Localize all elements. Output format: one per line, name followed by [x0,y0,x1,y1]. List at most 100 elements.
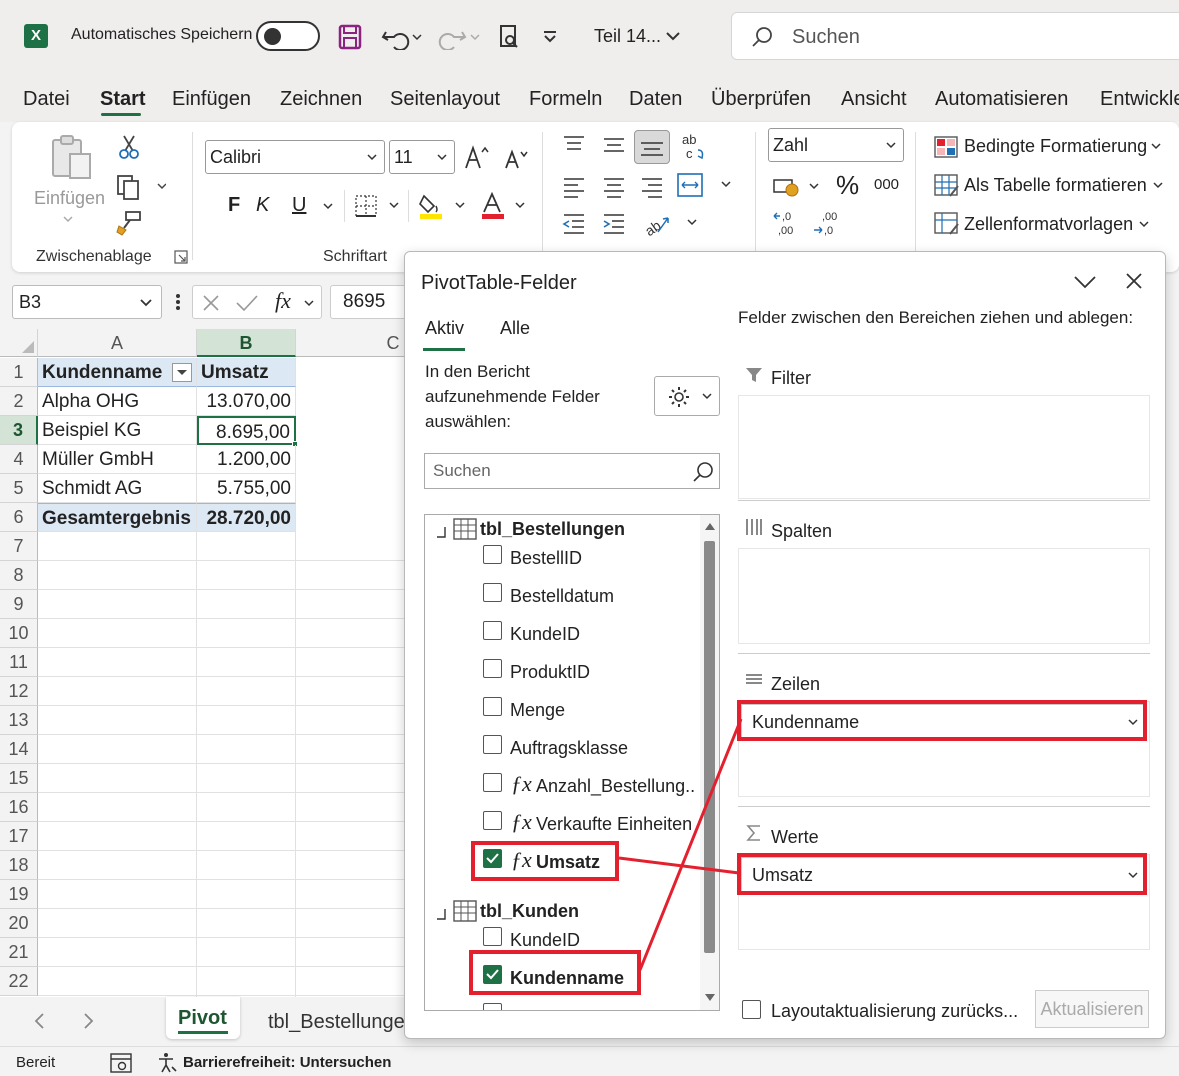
column-header-a[interactable]: A [38,329,197,357]
increase-indent-icon[interactable] [602,212,626,234]
checkbox-bestellid[interactable] [483,545,502,564]
field-list[interactable]: tbl_Bestellungen BestellID Bestelldatum … [424,514,720,1011]
field-kundeid[interactable]: KundeID [510,624,580,645]
filter-dropdown-icon[interactable] [172,363,192,382]
align-bottom-icon[interactable] [634,130,670,164]
checkbox-menge[interactable] [483,697,502,716]
format-as-table-button[interactable]: Als Tabelle formatieren [964,175,1147,196]
checkbox-bestelldatum[interactable] [483,583,502,602]
scrollbar-thumb[interactable] [704,541,715,953]
align-left-icon[interactable] [562,176,586,198]
fx-chevron-icon[interactable] [303,299,315,309]
table2-name[interactable]: tbl_Kunden [480,901,579,922]
row-header[interactable]: 6 [0,503,38,532]
row-header[interactable]: 9 [0,590,38,619]
macro-record-icon[interactable] [110,1053,132,1073]
more-options-icon[interactable] [175,292,181,312]
underline-chevron-icon[interactable] [322,202,334,212]
cell-styles-chevron-icon[interactable] [1138,220,1150,230]
decrease-decimal-icon[interactable]: ,00,0 [812,210,842,238]
cell-b6-total[interactable]: 28.720,00 [197,503,296,532]
name-box[interactable]: B3 [12,285,162,319]
panel-options-chevron-icon[interactable] [1073,274,1097,290]
format-as-table-icon[interactable] [934,174,960,198]
thousands-separator-button[interactable]: 000 [874,176,899,193]
row-header[interactable]: 21 [0,938,38,967]
cell-b3-selected[interactable]: 8.695,00 [197,416,296,445]
wrap-text-icon[interactable]: ab c [680,132,706,162]
row-header[interactable]: 8 [0,561,38,590]
font-name-select[interactable]: Calibri [205,140,385,174]
collapse-table2-icon[interactable] [435,907,447,921]
cut-icon[interactable] [118,134,140,160]
field-settings-button[interactable] [654,376,720,416]
cell-b5[interactable]: 5.755,00 [197,474,296,503]
cell-b4[interactable]: 1.200,00 [197,445,296,474]
fill-color-icon[interactable] [418,192,466,220]
scroll-tabs-left-icon[interactable] [32,1012,46,1030]
orientation-icon[interactable]: ab [642,210,702,238]
scroll-tabs-right-icon[interactable] [82,1012,96,1030]
row-header[interactable]: 11 [0,648,38,677]
search-box[interactable]: Suchen [731,12,1179,60]
row-header[interactable]: 2 [0,387,38,416]
merge-center-icon[interactable] [676,172,736,200]
row-header[interactable]: 12 [0,677,38,706]
collapse-table1-icon[interactable] [435,525,447,539]
cell-b1[interactable]: Umsatz [197,358,296,387]
insert-function-button[interactable]: fx [275,288,291,314]
formula-input[interactable]: 8695 [330,285,410,319]
row-header[interactable]: 15 [0,764,38,793]
font-size-select[interactable]: 11 [389,140,455,174]
menu-zeichnen[interactable]: Zeichnen [280,88,362,111]
percent-style-button[interactable]: % [836,170,859,201]
italic-button[interactable]: K [256,194,269,217]
increase-decimal-icon[interactable]: ,0,00 [772,210,802,238]
row-header[interactable]: 7 [0,532,38,561]
cell-styles-button[interactable]: Zellenformatvorlagen [964,214,1133,235]
conditional-formatting-icon[interactable] [934,136,958,158]
conditional-formatting-chevron-icon[interactable] [1150,142,1162,152]
field-anzahl-bestellungen[interactable]: Anzahl_Bestellung... [536,776,696,797]
field-search-input[interactable]: Suchen [424,453,720,489]
enter-icon[interactable] [235,293,259,313]
defer-update-checkbox[interactable] [742,1000,761,1019]
cell-styles-icon[interactable] [934,212,960,236]
file-name[interactable]: Teil 14... [594,26,661,47]
row-header[interactable]: 16 [0,793,38,822]
underline-button[interactable]: U [292,194,306,217]
spreadsheet-grid[interactable]: A B C 1 2 3 4 5 6 7 8 9 10 11 12 13 14 15 16 17 18 19 20 21 2… [0,329,490,997]
filter-drop-area[interactable] [738,395,1150,499]
checkbox-produktid[interactable] [483,659,502,678]
checkbox-next-field[interactable] [483,1003,502,1010]
cell-a5[interactable]: Schmidt AG [38,474,197,503]
align-middle-icon[interactable] [602,136,626,156]
print-preview-icon[interactable] [498,24,520,50]
field-kunden-kundeid[interactable]: KundeID [510,930,580,951]
save-icon[interactable] [338,24,362,50]
sheet-tab-bestellungen[interactable]: tbl_Bestellunge [268,1011,408,1034]
tab-aktiv[interactable]: Aktiv [425,318,464,339]
paste-label[interactable]: Einfügen [34,188,105,209]
conditional-formatting-button[interactable]: Bedingte Formatierung [964,136,1147,157]
checkbox-verkaufte-einheiten[interactable] [483,811,502,830]
checkbox-anzahl-bestellungen[interactable] [483,773,502,792]
field-produktid[interactable]: ProduktID [510,662,590,683]
field-verkaufte-einheiten[interactable]: Verkaufte Einheiten [536,814,692,835]
menu-automatisieren[interactable]: Automatisieren [935,88,1068,111]
menu-datei[interactable]: Datei [23,88,70,111]
row-header[interactable]: 5 [0,474,38,503]
autosave-toggle[interactable] [256,21,320,51]
copy-icon[interactable] [116,174,166,200]
column-header-b[interactable]: B [197,329,296,357]
update-button[interactable]: Aktualisieren [1035,990,1149,1028]
cell-a2[interactable]: Alpha OHG [38,387,197,416]
row-header[interactable]: 13 [0,706,38,735]
menu-daten[interactable]: Daten [629,88,682,111]
columns-drop-area[interactable] [738,548,1150,644]
cell-a4[interactable]: Müller GmbH [38,445,197,474]
row-header[interactable]: 17 [0,822,38,851]
field-list-scrollbar[interactable] [700,515,719,1010]
row-header[interactable]: 14 [0,735,38,764]
cell-a3[interactable]: Beispiel KG [38,416,197,445]
